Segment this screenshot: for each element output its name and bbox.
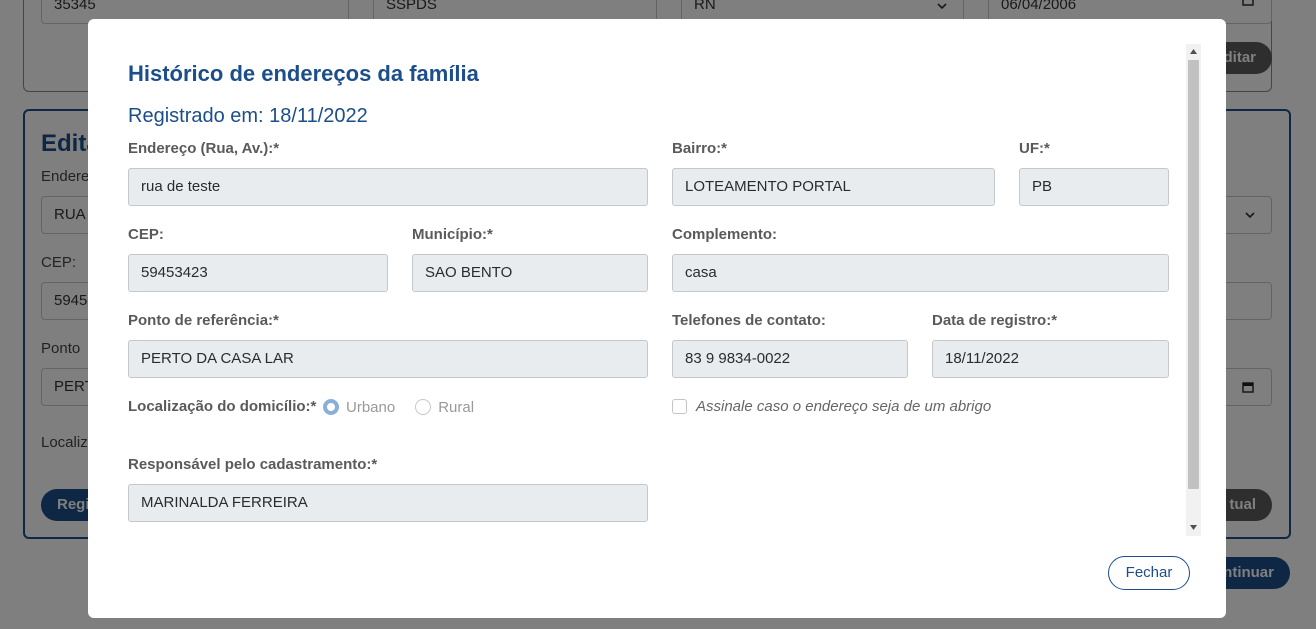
location-label: Localização do domicílio:* (128, 398, 317, 415)
neighborhood-field[interactable]: LOTEAMENTO PORTAL (672, 168, 995, 206)
location-radio-group: Urbano Rural (323, 397, 494, 417)
phones-label: Telefones de contato: (672, 312, 826, 329)
radio-rural-label: Rural (438, 398, 475, 416)
modal-title: Histórico de endereços da família (128, 61, 479, 86)
radio-unchecked-icon[interactable] (415, 399, 432, 415)
responsible-field[interactable]: MARINALDA FERREIRA (128, 484, 648, 522)
registered-date-heading: Registrado em: 18/11/2022 (128, 105, 368, 127)
complement-label: Complemento: (672, 226, 777, 243)
address-label: Endereço (Rua, Av.):* (128, 140, 280, 157)
shelter-checkbox[interactable] (672, 399, 687, 414)
scrollbar-thumb[interactable] (1188, 60, 1199, 489)
responsible-label: Responsável pelo cadastramento:* (128, 456, 378, 473)
address-history-modal: Histórico de endereços da família Regist… (88, 19, 1226, 618)
neighborhood-label: Bairro:* (672, 140, 728, 157)
modal-scrollbar[interactable] (1186, 44, 1201, 536)
registration-date-field[interactable]: 18/11/2022 (932, 340, 1169, 378)
address-field[interactable]: rua de teste (128, 168, 648, 206)
close-button[interactable]: Fechar (1108, 556, 1190, 590)
radio-urban[interactable]: Urbano (323, 399, 395, 416)
scroll-up-icon[interactable] (1189, 47, 1198, 56)
phones-field[interactable]: 83 9 9834-0022 (672, 340, 908, 378)
complement-field[interactable]: casa (672, 254, 1169, 292)
cep-field[interactable]: 59453423 (128, 254, 388, 292)
cep-label: CEP: (128, 226, 164, 243)
scroll-down-icon[interactable] (1189, 523, 1198, 532)
uf-label: UF:* (1019, 140, 1050, 157)
registration-date-label: Data de registro:* (932, 312, 1058, 329)
reference-point-label: Ponto de referência:* (128, 312, 279, 329)
shelter-checkbox-row[interactable]: Assinale caso o endereço seja de um abri… (672, 398, 991, 415)
shelter-checkbox-label: Assinale caso o endereço seja de um abri… (696, 398, 992, 415)
municipality-field[interactable]: SAO BENTO (412, 254, 648, 292)
radio-urban-label: Urbano (346, 398, 396, 416)
municipality-label: Município:* (412, 226, 493, 243)
reference-point-field[interactable]: PERTO DA CASA LAR (128, 340, 648, 378)
radio-checked-icon[interactable] (323, 399, 339, 415)
uf-field[interactable]: PB (1019, 168, 1169, 206)
radio-rural[interactable]: Rural (415, 399, 474, 416)
